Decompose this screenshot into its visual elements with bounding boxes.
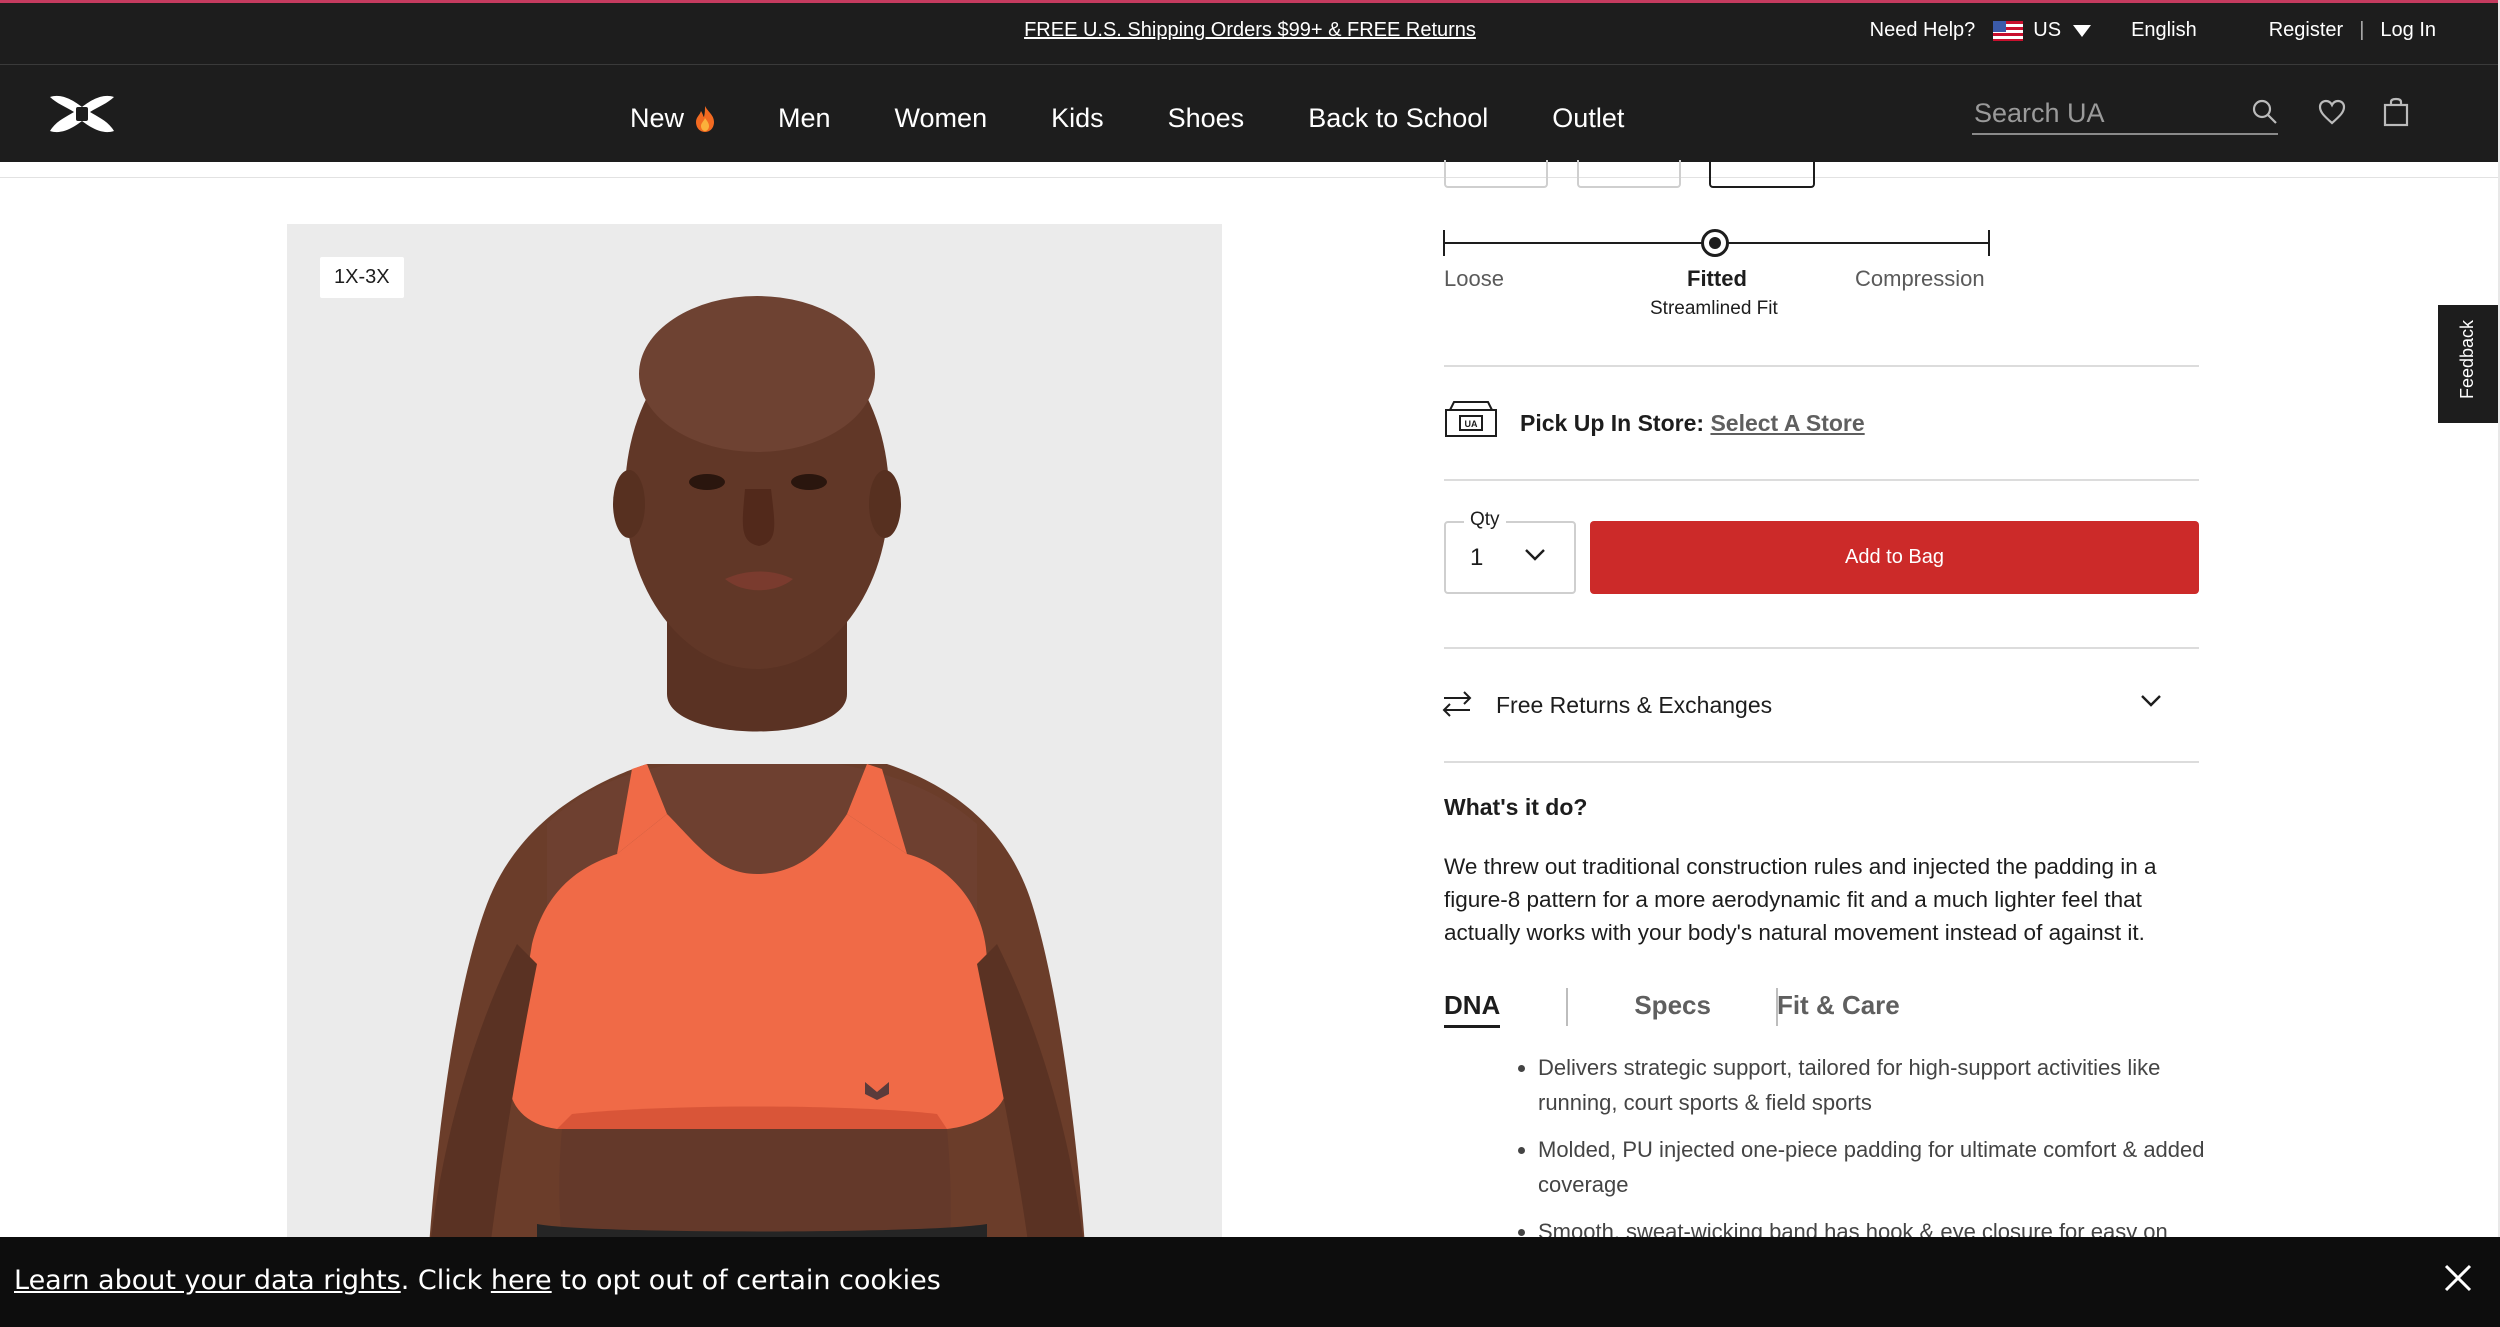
promo-bar: FREE U.S. Shipping Orders $99+ & FREE Re… (0, 0, 2500, 64)
nav-item-women[interactable]: Women (895, 103, 988, 134)
returns-icon (1442, 691, 1472, 717)
add-to-bag-button[interactable]: Add to Bag (1590, 521, 2199, 594)
nav-item-label: Back to School (1308, 103, 1489, 133)
chevron-down-icon[interactable] (2140, 694, 2162, 708)
nav-item-shoes[interactable]: Shoes (1168, 103, 1245, 134)
shopping-bag-icon[interactable] (2383, 97, 2409, 127)
feature-list: Delivers strategic support, tailored for… (1498, 1050, 2208, 1261)
feedback-tab[interactable]: Feedback (2438, 305, 2498, 423)
country-selector[interactable]: US (2033, 19, 2061, 42)
tab-separator (1776, 988, 1778, 1026)
fit-indicator (1701, 229, 1729, 257)
separator: | (2359, 19, 2365, 41)
under-armour-logo-icon[interactable] (46, 91, 118, 137)
chevron-down-icon[interactable] (1524, 548, 1546, 562)
size-option[interactable] (1577, 160, 1681, 188)
size-option-selected[interactable] (1709, 160, 1815, 188)
data-rights-link[interactable]: Learn about your data rights (14, 1265, 401, 1296)
fit-scale-tick (1443, 230, 1445, 256)
opt-out-link[interactable]: here (491, 1265, 552, 1296)
pickup-in-store: Pick Up In Store: Select A Store (1520, 410, 1865, 437)
store-icon: UA (1445, 401, 1497, 437)
product-tabs: DNA Specs Fit & Care (1444, 990, 1900, 1028)
nav-item-kids[interactable]: Kids (1051, 103, 1104, 134)
utility-links: Need Help? US English Register | Log In (1870, 19, 2436, 42)
tab-dna[interactable]: DNA (1444, 990, 1501, 1028)
select-store-link[interactable]: Select A Store (1710, 410, 1864, 436)
tab-separator (1566, 988, 1568, 1026)
qty-label: Qty (1464, 509, 1506, 531)
whats-it-do-heading: What's it do? (1444, 794, 1588, 820)
login-link[interactable]: Log In (2380, 19, 2436, 42)
nav-item-label: Shoes (1167, 103, 1245, 133)
divider (1444, 365, 2199, 367)
tab-fit-care[interactable]: Fit & Care (1777, 990, 1900, 1028)
search-icon[interactable] (2252, 99, 2278, 125)
main-nav: New Men Women Kids Shoes Back to School … (0, 64, 2500, 162)
nav-item-men[interactable]: Men (778, 103, 831, 134)
nav-item-back-to-school[interactable]: Back to School (1308, 103, 1488, 134)
cookie-text-end: to opt out of certain cookies (551, 1265, 941, 1296)
size-option[interactable] (1444, 160, 1548, 188)
register-link[interactable]: Register (2269, 19, 2343, 42)
cookie-text-mid: . Click (400, 1265, 491, 1296)
caret-down-icon[interactable] (2073, 24, 2092, 37)
search-input[interactable] (1972, 95, 2232, 131)
nav-item-new[interactable]: New (630, 103, 715, 134)
search-box (1972, 95, 2278, 135)
fit-scale-tick (1988, 230, 1990, 256)
cookie-banner: Learn about your data rights. Click here… (0, 1237, 2500, 1327)
nav-item-outlet[interactable]: Outlet (1552, 103, 1624, 134)
nav-item-label: Outlet (1552, 103, 1625, 133)
divider (1444, 479, 2199, 481)
list-item: Delivers strategic support, tailored for… (1538, 1050, 2208, 1120)
flame-icon (696, 105, 715, 132)
qty-value: 1 (1470, 544, 1484, 571)
tab-specs[interactable]: Specs (1634, 990, 1711, 1028)
fit-label-compression: Compression (1855, 266, 1985, 291)
divider (0, 177, 2500, 178)
model-illustration (427, 296, 1087, 1274)
heart-icon[interactable] (2318, 99, 2346, 125)
close-icon[interactable] (2443, 1263, 2473, 1293)
product-description: We threw out traditional construction ru… (1444, 854, 2157, 945)
fit-label-loose: Loose (1444, 266, 1504, 291)
nav-menu: New Men Women Kids Shoes Back to School … (630, 103, 1688, 134)
free-returns-accordion[interactable]: Free Returns & Exchanges (1496, 692, 1772, 719)
product-image[interactable]: 1X-3X (287, 224, 1222, 1274)
nav-item-label: Kids (1051, 103, 1104, 133)
quantity-select[interactable] (1444, 521, 1576, 594)
fit-label-fitted-sub: Streamlined Fit (1650, 298, 1778, 319)
nav-item-label: New (630, 103, 685, 133)
us-flag-icon[interactable] (1993, 20, 2024, 41)
language-selector[interactable]: English (2131, 19, 2197, 42)
svg-text:UA: UA (1465, 419, 1478, 429)
cookie-text: Learn about your data rights. Click here… (14, 1265, 941, 1296)
divider (1444, 761, 2199, 763)
feedback-label: Feedback (2457, 319, 2477, 399)
list-item: Molded, PU injected one-piece padding fo… (1538, 1132, 2208, 1202)
nav-item-label: Men (778, 103, 831, 133)
pickup-label: Pick Up In Store: (1520, 410, 1705, 436)
need-help-link[interactable]: Need Help? (1870, 19, 1976, 42)
divider (1444, 647, 2199, 649)
fit-label-fitted: Fitted (1687, 266, 1747, 291)
nav-item-label: Women (894, 103, 988, 133)
